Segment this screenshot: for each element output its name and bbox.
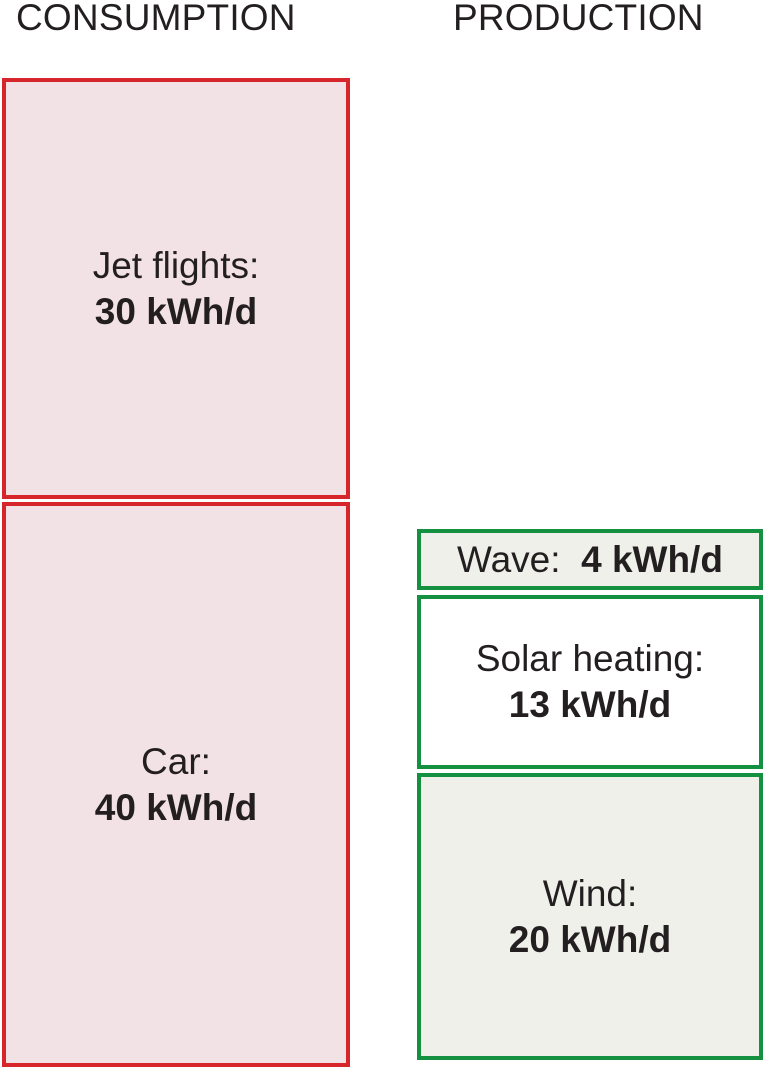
car-value: 40 kWh/d xyxy=(94,786,258,828)
car-block: Car: 40 kWh/d xyxy=(2,502,350,1067)
wave-value: 4 kWh/d xyxy=(581,538,723,580)
wave-label: Wave: xyxy=(457,538,571,580)
jet-flights-block: Jet flights: 30 kWh/d xyxy=(2,78,350,499)
solar-heating-value: 13 kWh/d xyxy=(508,684,672,725)
consumption-header: CONSUMPTION xyxy=(16,0,296,38)
production-header: PRODUCTION xyxy=(453,0,704,38)
jet-flights-label: Jet flights: xyxy=(92,244,260,286)
car-label: Car: xyxy=(141,740,211,782)
wind-value: 20 kWh/d xyxy=(508,918,672,960)
solar-heating-label: Solar heating: xyxy=(475,638,705,679)
wind-block: Wind: 20 kWh/d xyxy=(417,773,763,1060)
wind-label: Wind: xyxy=(542,872,638,914)
jet-flights-value: 30 kWh/d xyxy=(94,290,258,332)
solar-heating-block: Solar heating: 13 kWh/d xyxy=(417,595,763,769)
wave-block: Wave: 4 kWh/d xyxy=(417,529,763,590)
